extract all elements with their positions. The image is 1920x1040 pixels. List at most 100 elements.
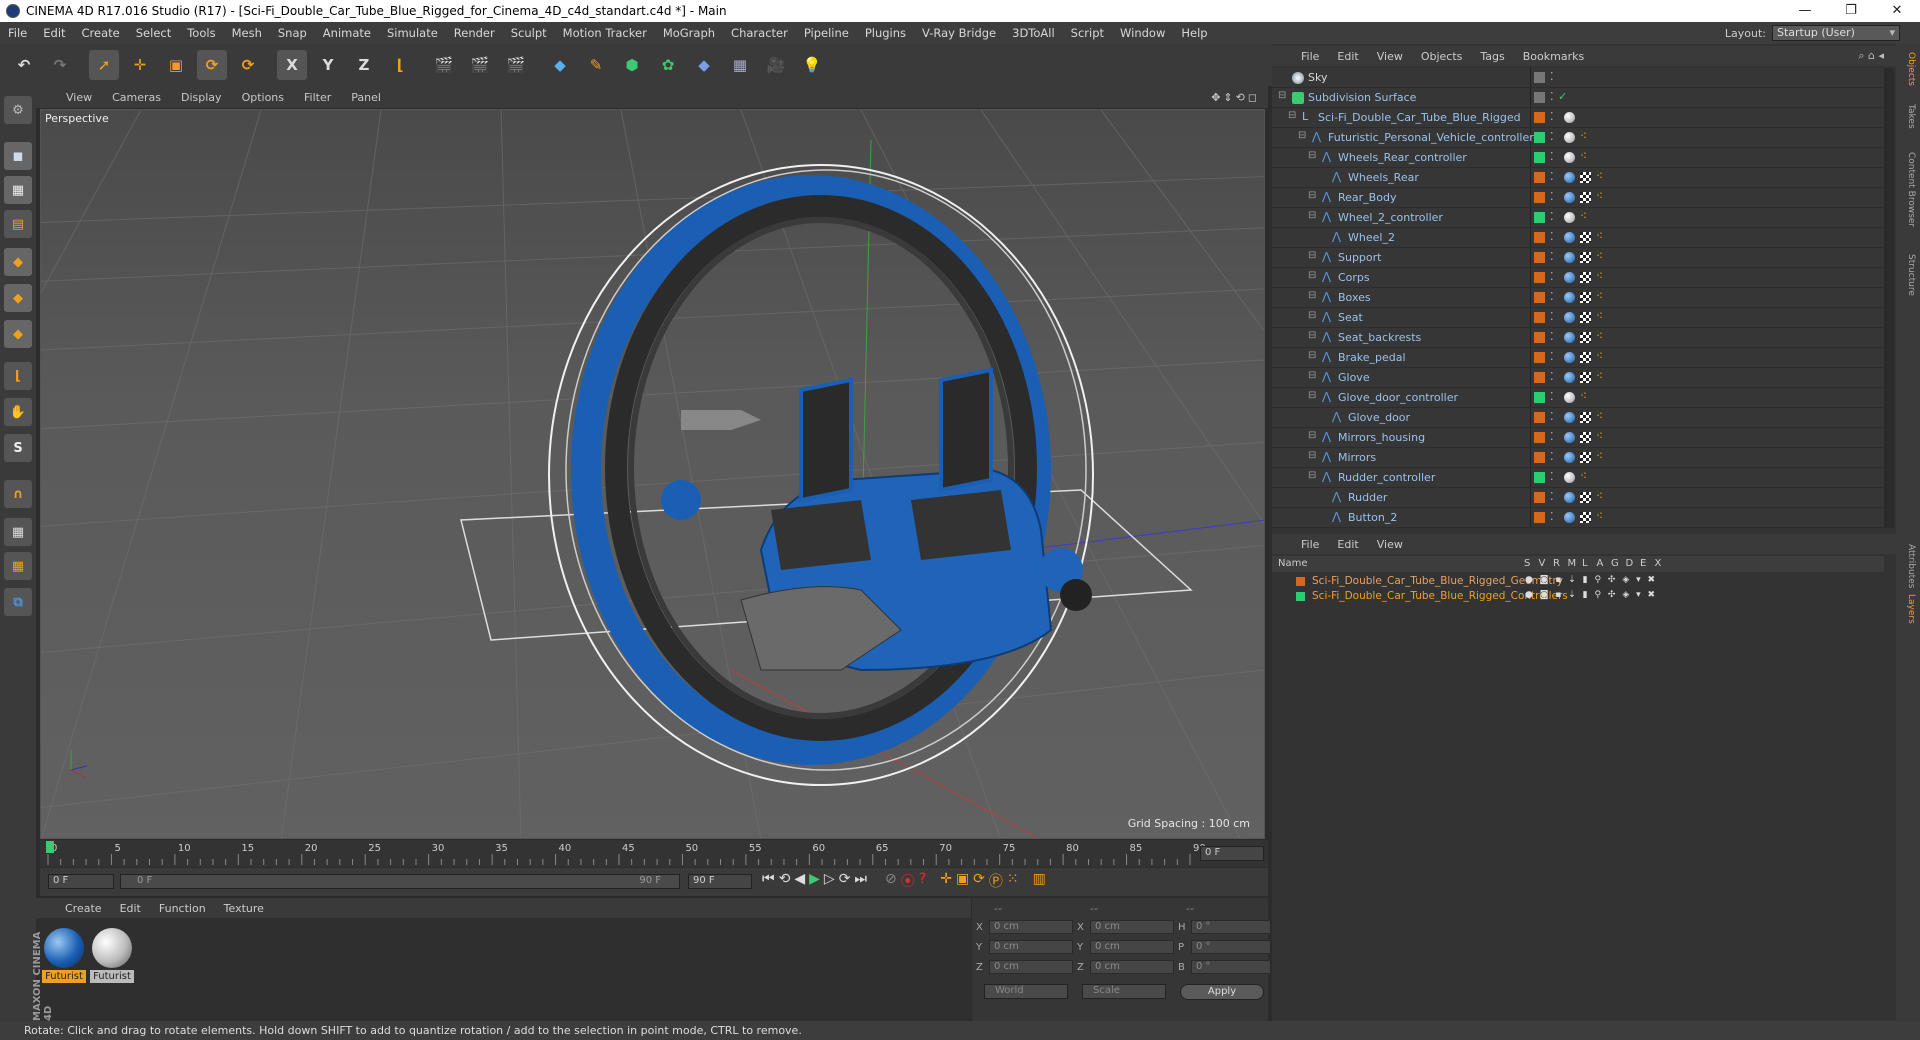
expand-toggle-icon[interactable]: ⊟	[1308, 290, 1316, 301]
material-tag-icon[interactable]	[1564, 372, 1575, 383]
menu-character[interactable]: Character	[723, 26, 796, 40]
texture-tag-icon[interactable]	[1580, 192, 1591, 203]
coord-mode-dropdown[interactable]: World	[984, 984, 1068, 999]
side-tab-structure[interactable]: Structure	[1898, 254, 1916, 296]
light-icon[interactable]: 💡	[797, 50, 827, 80]
snap-icon[interactable]: S	[4, 434, 32, 462]
layer-color-swatch[interactable]	[1534, 112, 1545, 123]
object-row[interactable]: ⊟ ⋀ Glove_door_controller ⁚ ⁖	[1272, 388, 1884, 408]
expand-toggle-icon[interactable]: ⊟	[1278, 90, 1286, 101]
menu-snap[interactable]: Snap	[270, 26, 315, 40]
deformer-icon[interactable]: ◆	[689, 50, 719, 80]
expand-toggle-icon[interactable]: ⊟	[1308, 370, 1316, 381]
menu-mesh[interactable]: Mesh	[224, 26, 270, 40]
object-row[interactable]: ⊟ ⋀ Glove ⁚ ⁖	[1272, 368, 1884, 388]
menu-render[interactable]: Render	[446, 26, 503, 40]
texture-tag-icon[interactable]	[1580, 352, 1591, 363]
visibility-dots[interactable]: ⁚	[1550, 350, 1554, 363]
layer-color-swatch[interactable]	[1534, 152, 1545, 163]
expand-toggle-icon[interactable]: ⊟	[1308, 330, 1316, 341]
expand-toggle-icon[interactable]: ⊟	[1308, 350, 1316, 361]
visibility-dots[interactable]: ⁚	[1550, 490, 1554, 503]
expand-toggle-icon[interactable]: ⊟	[1298, 130, 1306, 141]
points-mode-icon[interactable]: ◆	[4, 248, 32, 276]
menu-tools[interactable]: Tools	[179, 26, 223, 40]
recent-tool-icon[interactable]: ⟳	[233, 50, 263, 80]
spline-pen-icon[interactable]: ✎	[581, 50, 611, 80]
texture-tag-icon[interactable]	[1580, 452, 1591, 463]
material-tag-icon[interactable]	[1564, 152, 1575, 163]
ik-tag-icon[interactable]: ⁖	[1596, 329, 1603, 343]
visibility-dots[interactable]: ⁚	[1550, 310, 1554, 323]
ik-tag-icon[interactable]: ⁖	[1580, 149, 1587, 163]
ik-tag-icon[interactable]: ⁖	[1596, 489, 1603, 503]
layer-color-swatch[interactable]	[1534, 232, 1545, 243]
object-row[interactable]: ⊟ L Sci-Fi_Double_Car_Tube_Blue_Rigged ⁚	[1272, 108, 1884, 128]
material-menu-function[interactable]: Function	[150, 902, 215, 915]
ik-tag-icon[interactable]: ⁖	[1596, 169, 1603, 183]
layer-color-swatch[interactable]	[1534, 512, 1545, 523]
position-z-field[interactable]: 0 cm	[989, 960, 1073, 974]
timeline-window-icon[interactable]: ▥	[1033, 871, 1046, 891]
texture-tag-icon[interactable]	[1580, 272, 1591, 283]
object-manager-search-icons[interactable]: ⌕ ⌂ ◂	[1858, 49, 1884, 63]
cloner-icon[interactable]: ✿	[653, 50, 683, 80]
object-row[interactable]: ⋀ Wheels_Rear ⁚ ⁖	[1272, 168, 1884, 188]
camera-icon[interactable]: 🎥	[761, 50, 791, 80]
layer-color-swatch[interactable]	[1534, 252, 1545, 263]
visibility-dots[interactable]: ⁚	[1550, 110, 1554, 123]
prev-frame-icon[interactable]: ◀	[794, 871, 805, 891]
material-tag-icon[interactable]	[1564, 492, 1575, 503]
end-frame-field[interactable]: 90 F	[688, 874, 752, 889]
menu-help[interactable]: Help	[1173, 26, 1215, 40]
ik-tag-icon[interactable]: ⁖	[1596, 289, 1603, 303]
key-rotation-icon[interactable]: ⟳	[973, 871, 985, 891]
minimize-button[interactable]: —	[1782, 0, 1828, 22]
viewport-menu-cameras[interactable]: Cameras	[102, 91, 171, 104]
scale-icon[interactable]: ▣	[161, 50, 191, 80]
material-swatch[interactable]: Futurist	[42, 928, 86, 983]
rotation-b-field[interactable]: 0 °	[1191, 960, 1271, 974]
ik-tag-icon[interactable]: ⁖	[1580, 469, 1587, 483]
menu-3dtoall[interactable]: 3DToAll	[1004, 26, 1063, 40]
ik-tag-icon[interactable]: ⁖	[1596, 369, 1603, 383]
visibility-dots[interactable]: ⁚	[1550, 450, 1554, 463]
layer-color-swatch[interactable]	[1534, 472, 1545, 483]
apply-button[interactable]: Apply	[1180, 984, 1264, 1000]
planar-workplane-icon[interactable]: ▦	[4, 552, 32, 580]
rotation-p-field[interactable]: 0 °	[1191, 940, 1271, 954]
object-row[interactable]: ⋀ Glove_door ⁚ ⁖	[1272, 408, 1884, 428]
expand-toggle-icon[interactable]: ⊟	[1308, 250, 1316, 261]
object-row[interactable]: ⊟ ⋀ Wheels_Rear_controller ⁚ ⁖	[1272, 148, 1884, 168]
layer-color-swatch[interactable]	[1534, 412, 1545, 423]
material-tag-icon[interactable]	[1564, 192, 1575, 203]
ik-tag-icon[interactable]: ⁖	[1596, 229, 1603, 243]
prev-key-icon[interactable]: ⟲	[779, 871, 791, 891]
object-row[interactable]: ⊟ ⋀ Corps ⁚ ⁖	[1272, 268, 1884, 288]
keyframe-selection-icon[interactable]: ?	[919, 871, 926, 891]
visibility-dots[interactable]: ⁚	[1550, 290, 1554, 303]
viewport-menu-panel[interactable]: Panel	[341, 91, 391, 104]
object-row[interactable]: ⊟ ⋀ Rudder_controller ⁚ ⁖	[1272, 468, 1884, 488]
next-key-icon[interactable]: ⟳	[839, 871, 851, 891]
side-tab-takes[interactable]: Takes	[1898, 104, 1916, 129]
layer-menu-edit[interactable]: Edit	[1328, 538, 1367, 551]
render-view-icon[interactable]: 🎬	[429, 50, 459, 80]
layer-color-swatch[interactable]	[1534, 292, 1545, 303]
menu-script[interactable]: Script	[1063, 26, 1112, 40]
layer-color-swatch[interactable]	[1534, 72, 1545, 83]
record-active-icon[interactable]: ⊘	[885, 871, 897, 891]
play-icon[interactable]: ▶	[809, 871, 820, 891]
menu-simulate[interactable]: Simulate	[379, 26, 446, 40]
visibility-dots[interactable]: ⁚	[1550, 250, 1554, 263]
layout-dropdown[interactable]: Startup (User)	[1772, 25, 1900, 41]
visibility-dots[interactable]: ⁚	[1550, 270, 1554, 283]
viewport-menu-view[interactable]: View	[56, 91, 102, 104]
visibility-dots[interactable]: ⁚	[1550, 370, 1554, 383]
visibility-dots[interactable]: ⁚	[1550, 170, 1554, 183]
texture-tag-icon[interactable]	[1580, 372, 1591, 383]
object-row[interactable]: ⊟ ⋀ Seat ⁚ ⁖	[1272, 308, 1884, 328]
expand-toggle-icon[interactable]: ⊟	[1308, 190, 1316, 201]
maximize-button[interactable]: ❐	[1828, 0, 1874, 22]
visibility-dots[interactable]: ⁚	[1550, 210, 1554, 223]
